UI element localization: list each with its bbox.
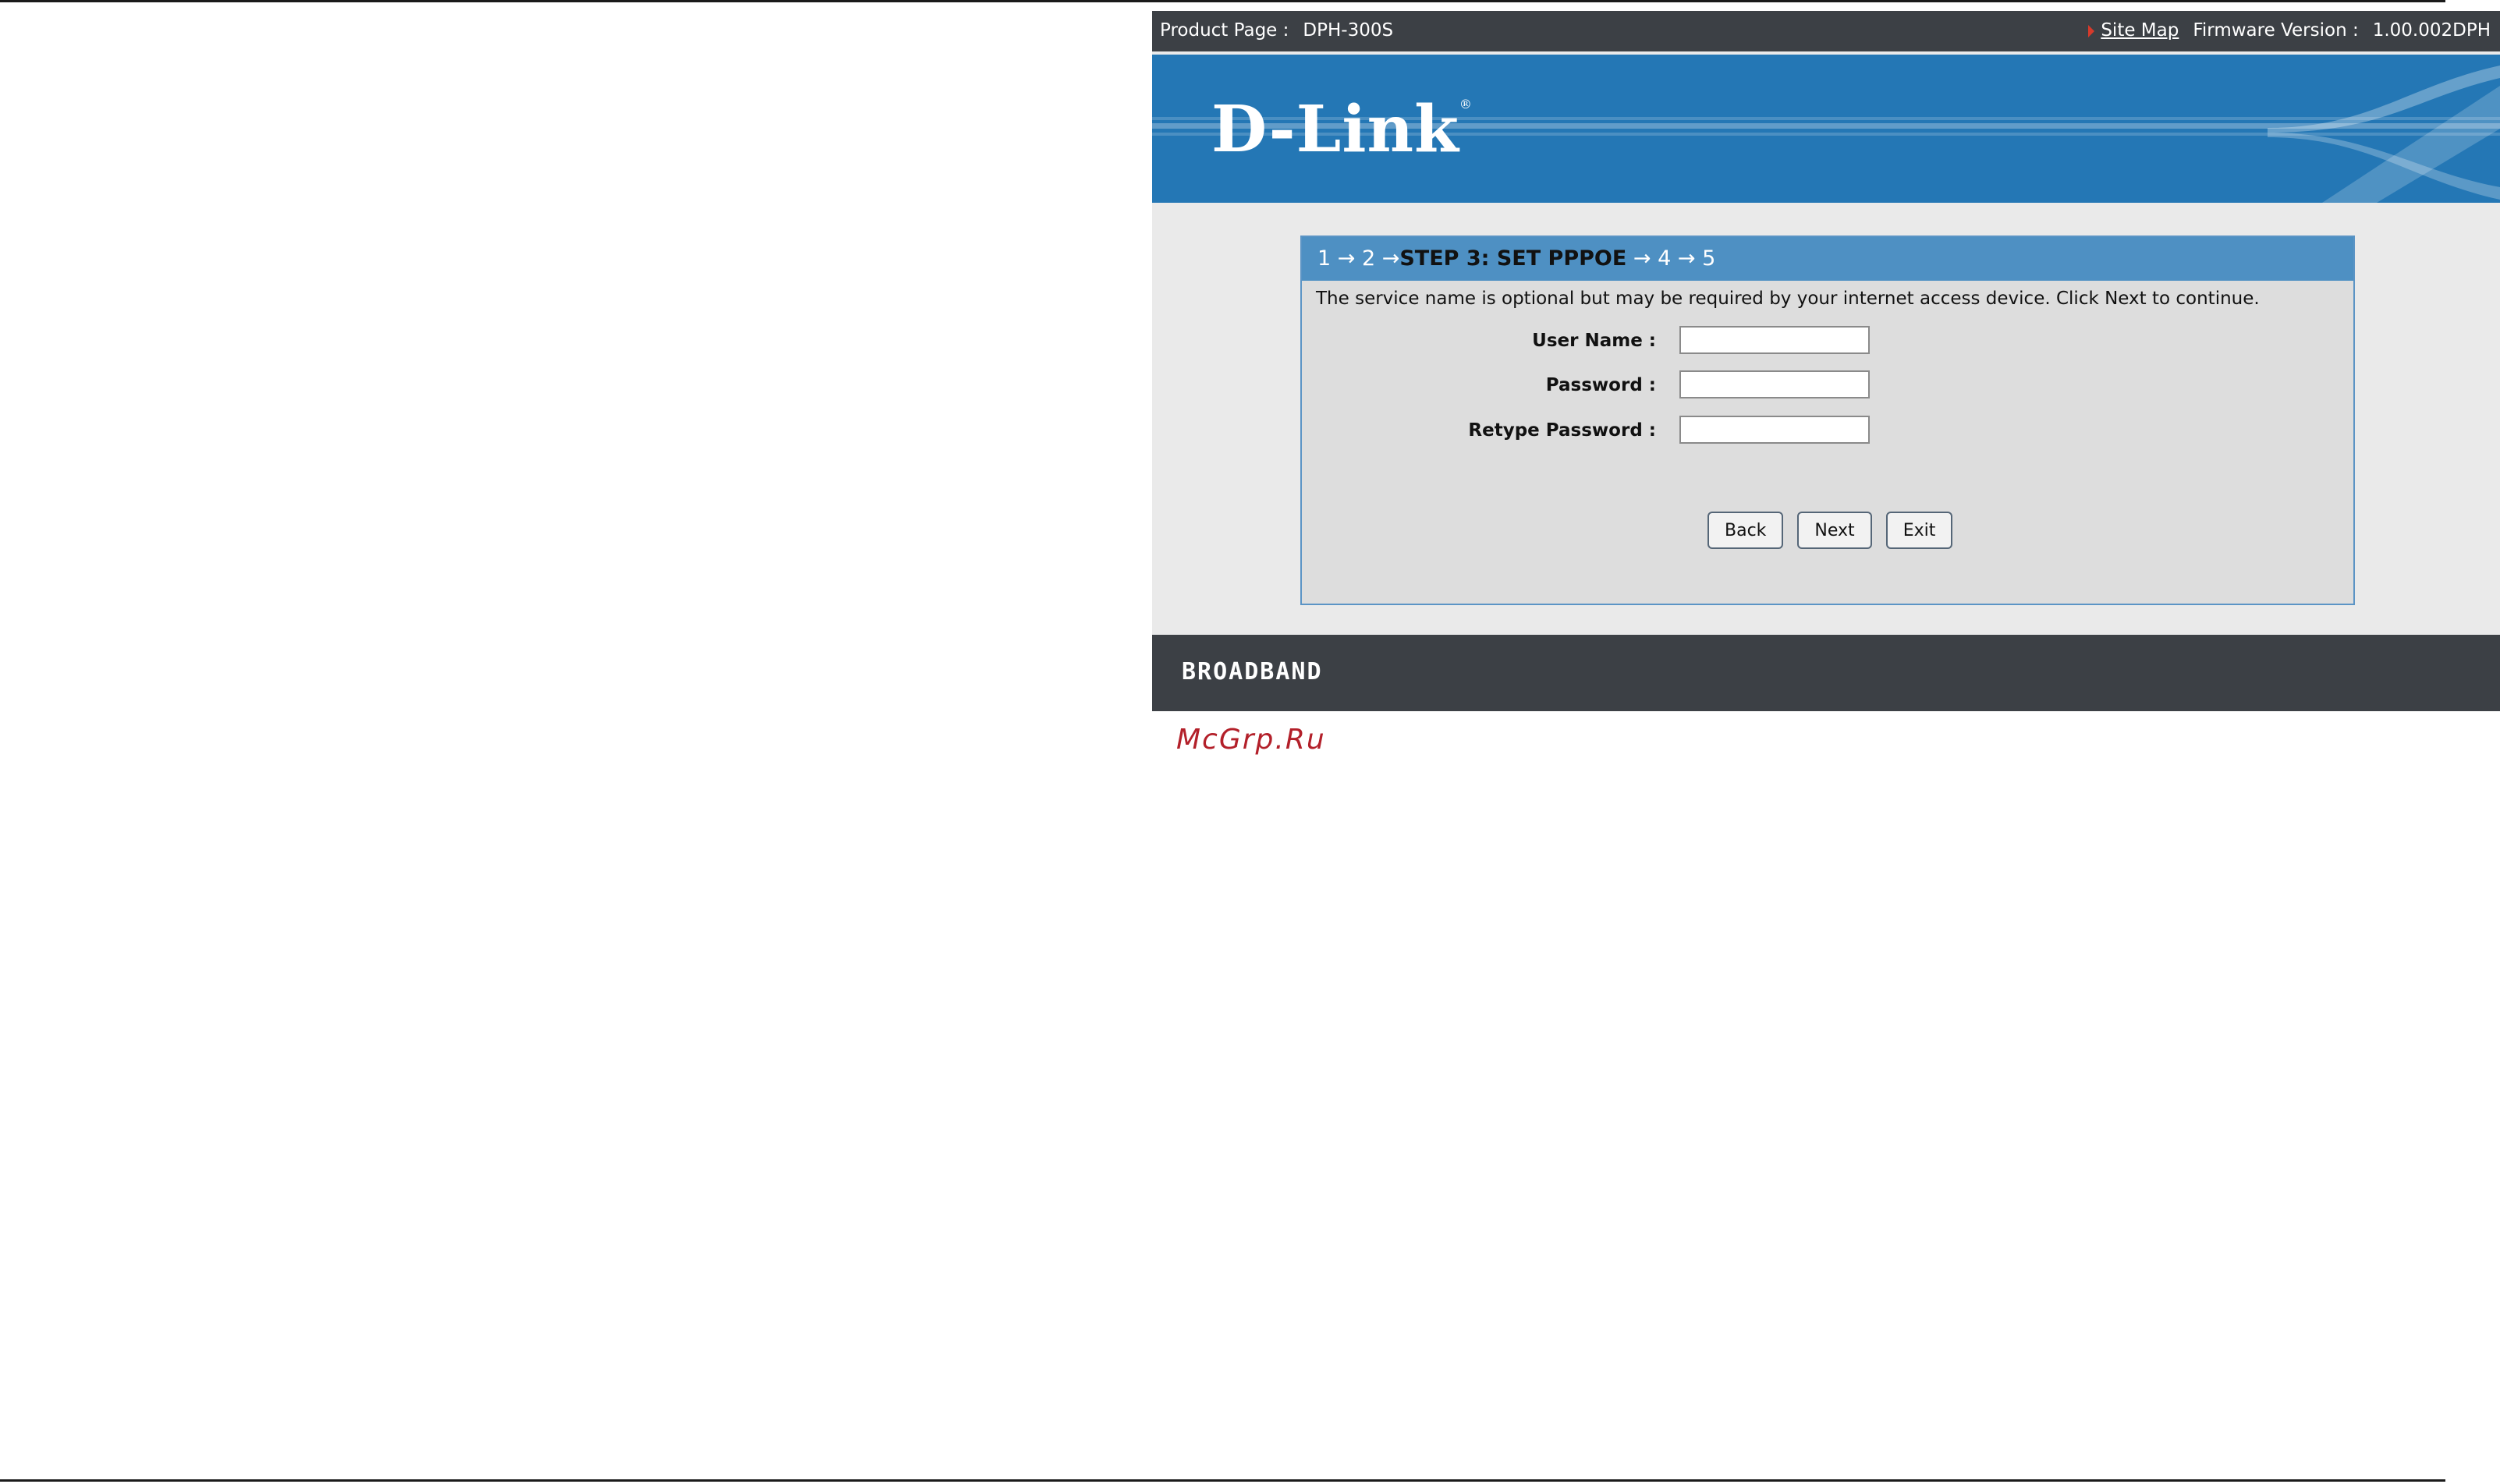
steps-before: 1 → 2 → — [1317, 246, 1400, 271]
header-banner: D-Link® — [1152, 55, 2500, 203]
user-name-input[interactable] — [1679, 326, 1870, 354]
product-model: DPH-300S — [1303, 20, 1394, 41]
user-name-row: User Name : — [1302, 326, 2353, 357]
wizard-description: The service name is optional but may be … — [1316, 289, 2260, 309]
exit-button[interactable]: Exit — [1885, 512, 1953, 549]
wizard-steps-header: 1 → 2 →STEP 3: SET PPPOE → 4 → 5 — [1302, 237, 2353, 281]
retype-password-row: Retype Password : — [1302, 416, 2353, 447]
top-bar: Product Page : DPH-300S Site Map Firmware … — [1152, 11, 2500, 51]
password-input[interactable] — [1679, 370, 1870, 398]
password-row: Password : — [1302, 370, 2353, 402]
retype-password-label: Retype Password : — [1468, 420, 1656, 441]
footer-bar: BROADBAND — [1152, 635, 2500, 711]
firmware-label: Firmware Version : — [2193, 20, 2359, 41]
broadband-label: BROADBAND — [1182, 658, 1323, 685]
back-button[interactable]: Back — [1707, 512, 1784, 549]
logo-text: D-Link — [1211, 92, 1459, 167]
next-button[interactable]: Next — [1797, 512, 1872, 549]
product-info: Product Page : DPH-300S — [1160, 20, 1393, 41]
pppoe-wizard-panel: 1 → 2 →STEP 3: SET PPPOE → 4 → 5 The ser… — [1300, 236, 2355, 605]
product-page-label: Product Page : — [1160, 20, 1289, 41]
watermark-text: McGrp.Ru — [1176, 724, 1326, 756]
site-map-link[interactable]: Site Map — [2101, 20, 2179, 41]
bottom-rule — [0, 1479, 2445, 1482]
retype-password-input[interactable] — [1679, 416, 1870, 444]
firmware-info: Site Map Firmware Version : 1.00.002DPH — [2088, 20, 2491, 41]
arrow-right-icon — [2088, 24, 2095, 37]
top-rule — [0, 0, 2445, 2]
router-wizard-screenshot: Product Page : DPH-300S Site Map Firmware … — [1152, 11, 2500, 711]
user-name-label: User Name : — [1532, 331, 1656, 351]
current-step: STEP 3: SET PPPOE — [1399, 246, 1627, 271]
steps-after: → 4 → 5 — [1633, 246, 1716, 271]
d-link-logo: D-Link® — [1211, 92, 1473, 167]
wizard-buttons: Back Next Exit — [1707, 512, 1966, 549]
password-label: Password : — [1545, 375, 1656, 395]
registered-mark: ® — [1459, 97, 1473, 112]
firmware-version: 1.00.002DPH — [2372, 20, 2491, 41]
